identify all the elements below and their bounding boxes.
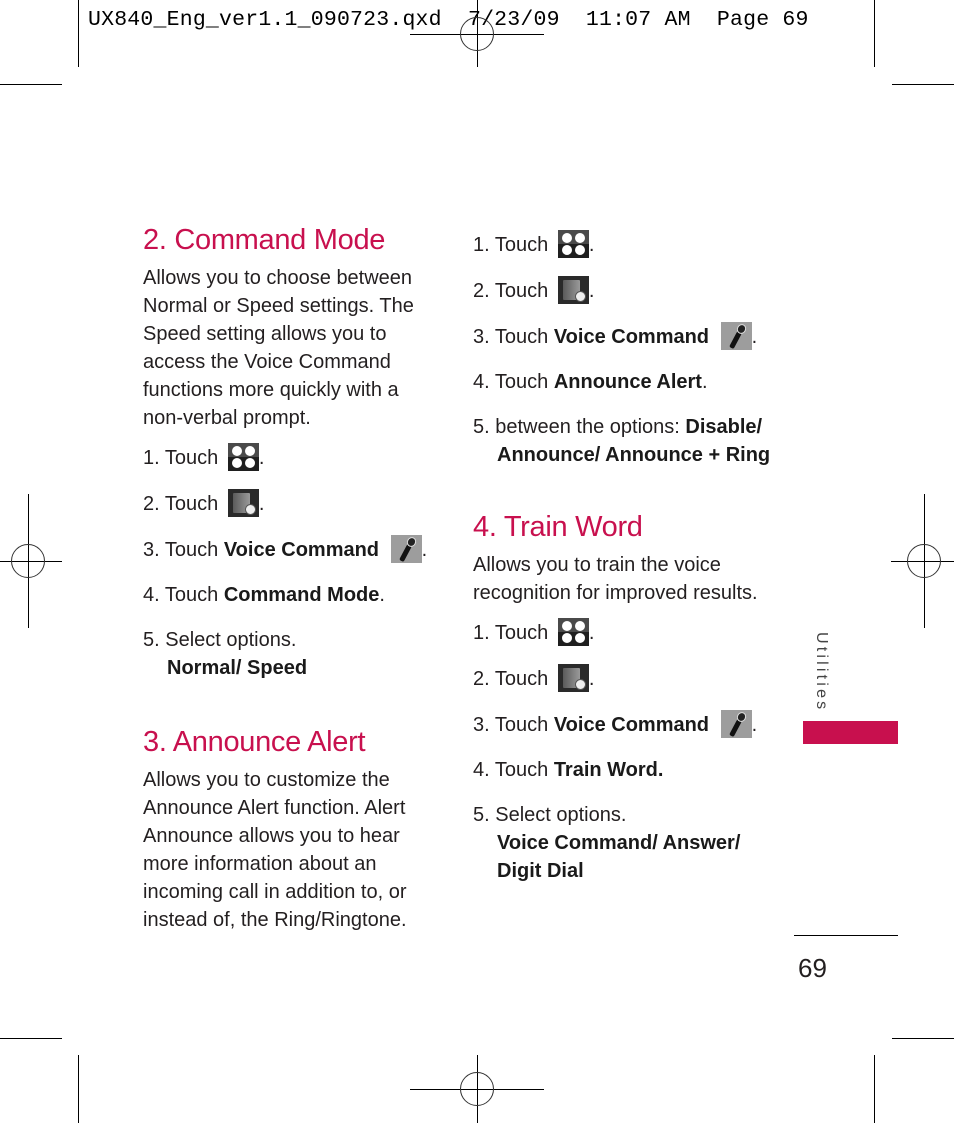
page-number-rule <box>794 935 898 936</box>
menu-grid-icon <box>557 230 589 258</box>
crop-mark <box>874 0 875 67</box>
section-title: 2. Command Mode <box>143 224 386 256</box>
step-5: 5. Select options. Voice Command/ Answer… <box>473 804 741 882</box>
step-1: 1. Touch . <box>143 443 433 472</box>
section-description: Allows you to train the voice recognitio… <box>473 554 758 604</box>
print-slug: UX840_Eng_ver1.1_090723.qxd 7/23/09 11:0… <box>88 8 809 32</box>
microphone-icon <box>720 322 752 350</box>
page-number: 69 <box>798 953 827 983</box>
step-3: 3. Touch Voice Command . <box>473 322 783 351</box>
crop-mark <box>874 1055 875 1123</box>
step-2: 2. Touch . <box>143 489 433 518</box>
microphone-icon <box>720 710 752 738</box>
section-description: Allows you to choose between Normal or S… <box>143 267 414 429</box>
section-title: 3. Announce Alert <box>143 726 366 758</box>
step-2: 2. Touch . <box>473 276 783 305</box>
chapter-label: Utilities <box>813 632 830 713</box>
crop-mark <box>78 1055 79 1123</box>
microphone-icon <box>390 535 422 563</box>
step-4: 4. Touch Command Mode. <box>143 584 385 606</box>
step-1: 1. Touch . <box>473 618 783 647</box>
step-5: 5. between the options: Disable/ Announc… <box>473 416 771 466</box>
crop-mark <box>0 1038 62 1039</box>
menu-grid-icon <box>557 618 589 646</box>
step-4: 4. Touch Train Word. <box>473 759 664 781</box>
crop-mark <box>0 84 62 85</box>
step-1: 1. Touch . <box>473 230 783 259</box>
left-column: 2. Command Mode Allows you to choose bet… <box>143 222 433 934</box>
chapter-tab <box>803 721 898 744</box>
section-title: 4. Train Word <box>473 511 643 543</box>
menu-grid-icon <box>227 443 259 471</box>
right-column: 1. Touch . 2. Touch . 3. Touch Voice Com… <box>473 230 783 885</box>
section-description: Allows you to customize the Announce Ale… <box>143 769 407 931</box>
step-4: 4. Touch Announce Alert. <box>473 371 708 393</box>
step-2: 2. Touch . <box>473 664 783 693</box>
step-3: 3. Touch Voice Command . <box>473 710 783 739</box>
utilities-book-icon <box>557 276 589 304</box>
utilities-book-icon <box>557 664 589 692</box>
crop-mark <box>892 1038 954 1039</box>
section-command-mode: 2. Command Mode Allows you to choose bet… <box>143 222 433 682</box>
utilities-book-icon <box>227 489 259 517</box>
step-5: 5. Select options. Normal/ Speed <box>143 629 308 679</box>
crop-mark <box>78 0 79 67</box>
section-announce-alert: 3. Announce Alert Allows you to customiz… <box>143 724 433 934</box>
step-3: 3. Touch Voice Command . <box>143 535 433 564</box>
announce-alert-steps: 1. Touch . 2. Touch . 3. Touch Voice Com… <box>473 230 783 469</box>
section-train-word: 4. Train Word Allows you to train the vo… <box>473 509 783 885</box>
crop-mark <box>892 84 954 85</box>
